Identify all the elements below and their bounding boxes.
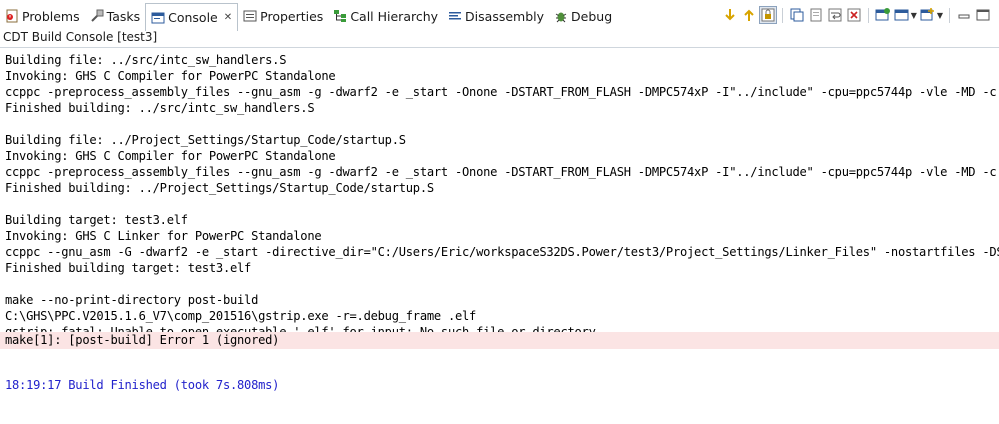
toolbar-separator: [781, 7, 783, 23]
console-error-line: make[1]: [post-build] Error 1 (ignored): [0, 332, 999, 349]
close-icon[interactable]: ✕: [224, 12, 232, 23]
call-hierarchy-icon: [333, 9, 347, 23]
remove-icon[interactable]: [846, 7, 862, 23]
console-line: Invoking: GHS C Compiler for PowerPC Sta…: [5, 69, 336, 83]
console-line: Invoking: GHS C Linker for PowerPC Stand…: [5, 229, 322, 243]
display-console-icon[interactable]: [894, 7, 910, 23]
view-tab-bar: Problems Tasks Console ✕ Properties Call…: [0, 0, 999, 31]
console-line: Building target: test3.elf: [5, 213, 188, 227]
console-output[interactable]: Building file: ../src/intc_sw_handlers.S…: [0, 47, 999, 424]
console-icon: [151, 11, 165, 25]
chevron-down-icon[interactable]: ▼: [937, 11, 943, 20]
maximize-icon[interactable]: [975, 7, 991, 23]
minimize-icon[interactable]: [956, 7, 972, 23]
tab-label: Disassembly: [465, 8, 545, 24]
disassembly-icon: [448, 9, 462, 23]
pin-console-icon[interactable]: [875, 7, 891, 23]
debug-icon: [554, 9, 568, 23]
tab-properties[interactable]: Properties: [238, 4, 328, 28]
tab-problems[interactable]: Problems: [0, 4, 85, 28]
tab-console[interactable]: Console ✕: [145, 3, 239, 31]
tab-disassembly[interactable]: Disassembly: [443, 4, 549, 28]
tab-label: Problems: [22, 8, 80, 24]
tab-label: Console: [168, 10, 218, 25]
scroll-lock-icon[interactable]: [758, 6, 777, 24]
tab-call-hierarchy[interactable]: Call Hierarchy: [328, 4, 443, 28]
console-line: make --no-print-directory post-build: [5, 293, 259, 307]
clear-icon[interactable]: [808, 7, 824, 23]
console-line: ccppc -preprocess_assembly_files --gnu_a…: [5, 165, 999, 179]
copy-icon[interactable]: [789, 7, 805, 23]
tab-label: Debug: [571, 8, 613, 24]
console-line: ccppc -preprocess_assembly_files --gnu_a…: [5, 85, 999, 99]
console-line: C:\GHS\PPC.V2015.1.6_V7\comp_201516\gstr…: [5, 309, 477, 323]
toolbar-separator: [949, 7, 950, 23]
console-line: Finished building: ../Project_Settings/S…: [5, 181, 434, 195]
console-toolbar: ▼ ▼: [722, 6, 991, 24]
console-line: Finished building target: test3.elf: [5, 261, 252, 275]
console-line: Building file: ../Project_Settings/Start…: [5, 133, 406, 147]
tab-label: Call Hierarchy: [350, 8, 439, 24]
build-finished-line: 18:19:17 Build Finished (took 7s.808ms): [5, 378, 280, 392]
tasks-icon: [90, 9, 104, 23]
console-line: ccppc --gnu_asm -G -dwarf2 -e _start -di…: [5, 245, 999, 259]
properties-icon: [243, 9, 257, 23]
tab-label: Tasks: [106, 8, 141, 24]
open-console-icon[interactable]: [920, 7, 936, 23]
chevron-down-icon[interactable]: ▼: [911, 11, 917, 20]
console-line: Finished building: ../src/intc_sw_handle…: [5, 101, 315, 115]
console-line: Building file: ../src/intc_sw_handlers.S: [5, 53, 287, 67]
tab-label: Properties: [260, 8, 324, 24]
toolbar-separator: [867, 7, 869, 23]
console-line: Invoking: GHS C Compiler for PowerPC Sta…: [5, 149, 336, 163]
tab-debug[interactable]: Debug: [549, 4, 617, 28]
scroll-up-icon[interactable]: [741, 7, 757, 23]
scroll-down-icon[interactable]: [722, 7, 738, 23]
console-title: CDT Build Console [test3]: [0, 30, 999, 46]
word-wrap-icon[interactable]: [827, 7, 843, 23]
problems-icon: [5, 9, 19, 23]
tab-tasks[interactable]: Tasks: [85, 4, 146, 28]
